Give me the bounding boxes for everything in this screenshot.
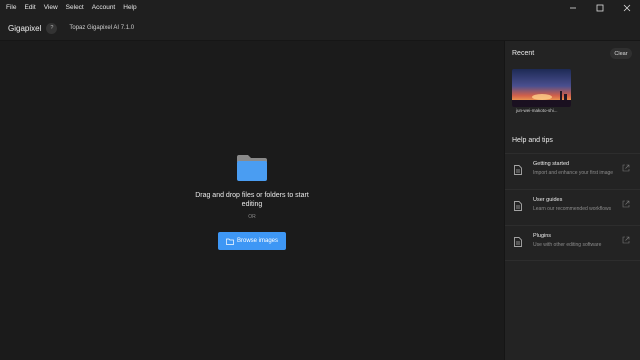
minimize-icon <box>569 7 576 9</box>
sunset-image <box>512 69 571 107</box>
document-icon <box>514 201 522 211</box>
menu-bar: File Edit View Select Account Help <box>0 0 640 16</box>
tip-getting-started[interactable]: Getting started Import and enhance your … <box>505 153 640 189</box>
maximize-icon <box>596 4 603 12</box>
recent-thumbnail[interactable] <box>512 69 571 107</box>
external-link-icon <box>622 236 630 244</box>
menu-account[interactable]: Account <box>88 0 120 16</box>
menu-help[interactable]: Help <box>119 0 140 16</box>
external-link-icon <box>622 164 630 172</box>
browse-images-button[interactable]: Browse images <box>218 232 286 250</box>
drop-zone[interactable]: Drag and drop files or folders to start … <box>0 41 504 360</box>
recent-thumbnail-label: jun-wei-makoto-shi... <box>516 108 558 113</box>
document-icon <box>514 237 522 247</box>
side-panel: Recent Clear jun-wei-makoto-shi... Help … <box>504 41 640 360</box>
document-icon <box>514 165 522 175</box>
tip-user-guides[interactable]: User guides Learn our recommended workfl… <box>505 189 640 225</box>
tip-description: Import and enhance your first image <box>533 170 614 176</box>
tip-description: Learn our recommended workflows <box>533 206 612 212</box>
browse-images-label: Browse images <box>236 238 278 244</box>
folder-icon <box>237 155 267 181</box>
recent-title: Recent <box>512 50 535 57</box>
external-link-icon <box>622 200 630 208</box>
menu-edit[interactable]: Edit <box>20 0 39 16</box>
menu-file[interactable]: File <box>0 0 20 16</box>
tip-title: Plugins <box>533 233 552 239</box>
clear-recent-button[interactable]: Clear <box>610 48 632 59</box>
tip-title: User guides <box>533 197 563 203</box>
maximize-button[interactable] <box>586 0 613 16</box>
folder-open-icon <box>226 238 234 245</box>
drop-instructions: Drag and drop files or folders to start … <box>195 192 309 208</box>
or-separator: OR <box>248 214 256 220</box>
window-controls <box>559 0 640 16</box>
menu-view[interactable]: View <box>40 0 62 16</box>
app-name: Gigapixel <box>8 23 42 33</box>
menu-select[interactable]: Select <box>62 0 88 16</box>
close-icon <box>623 4 630 12</box>
help-badge-button[interactable]: ? <box>46 22 58 34</box>
close-button[interactable] <box>613 0 640 16</box>
help-tips-title: Help and tips <box>512 137 553 144</box>
tip-title: Getting started <box>533 161 570 167</box>
app-header: Gigapixel ? Topaz Gigapixel AI 7.1.0 <box>0 16 640 41</box>
tip-plugins[interactable]: Plugins Use with other editing software <box>505 225 640 261</box>
minimize-button[interactable] <box>559 0 586 16</box>
app-version: Topaz Gigapixel AI 7.1.0 <box>69 25 135 31</box>
tip-description: Use with other editing software <box>533 242 602 248</box>
